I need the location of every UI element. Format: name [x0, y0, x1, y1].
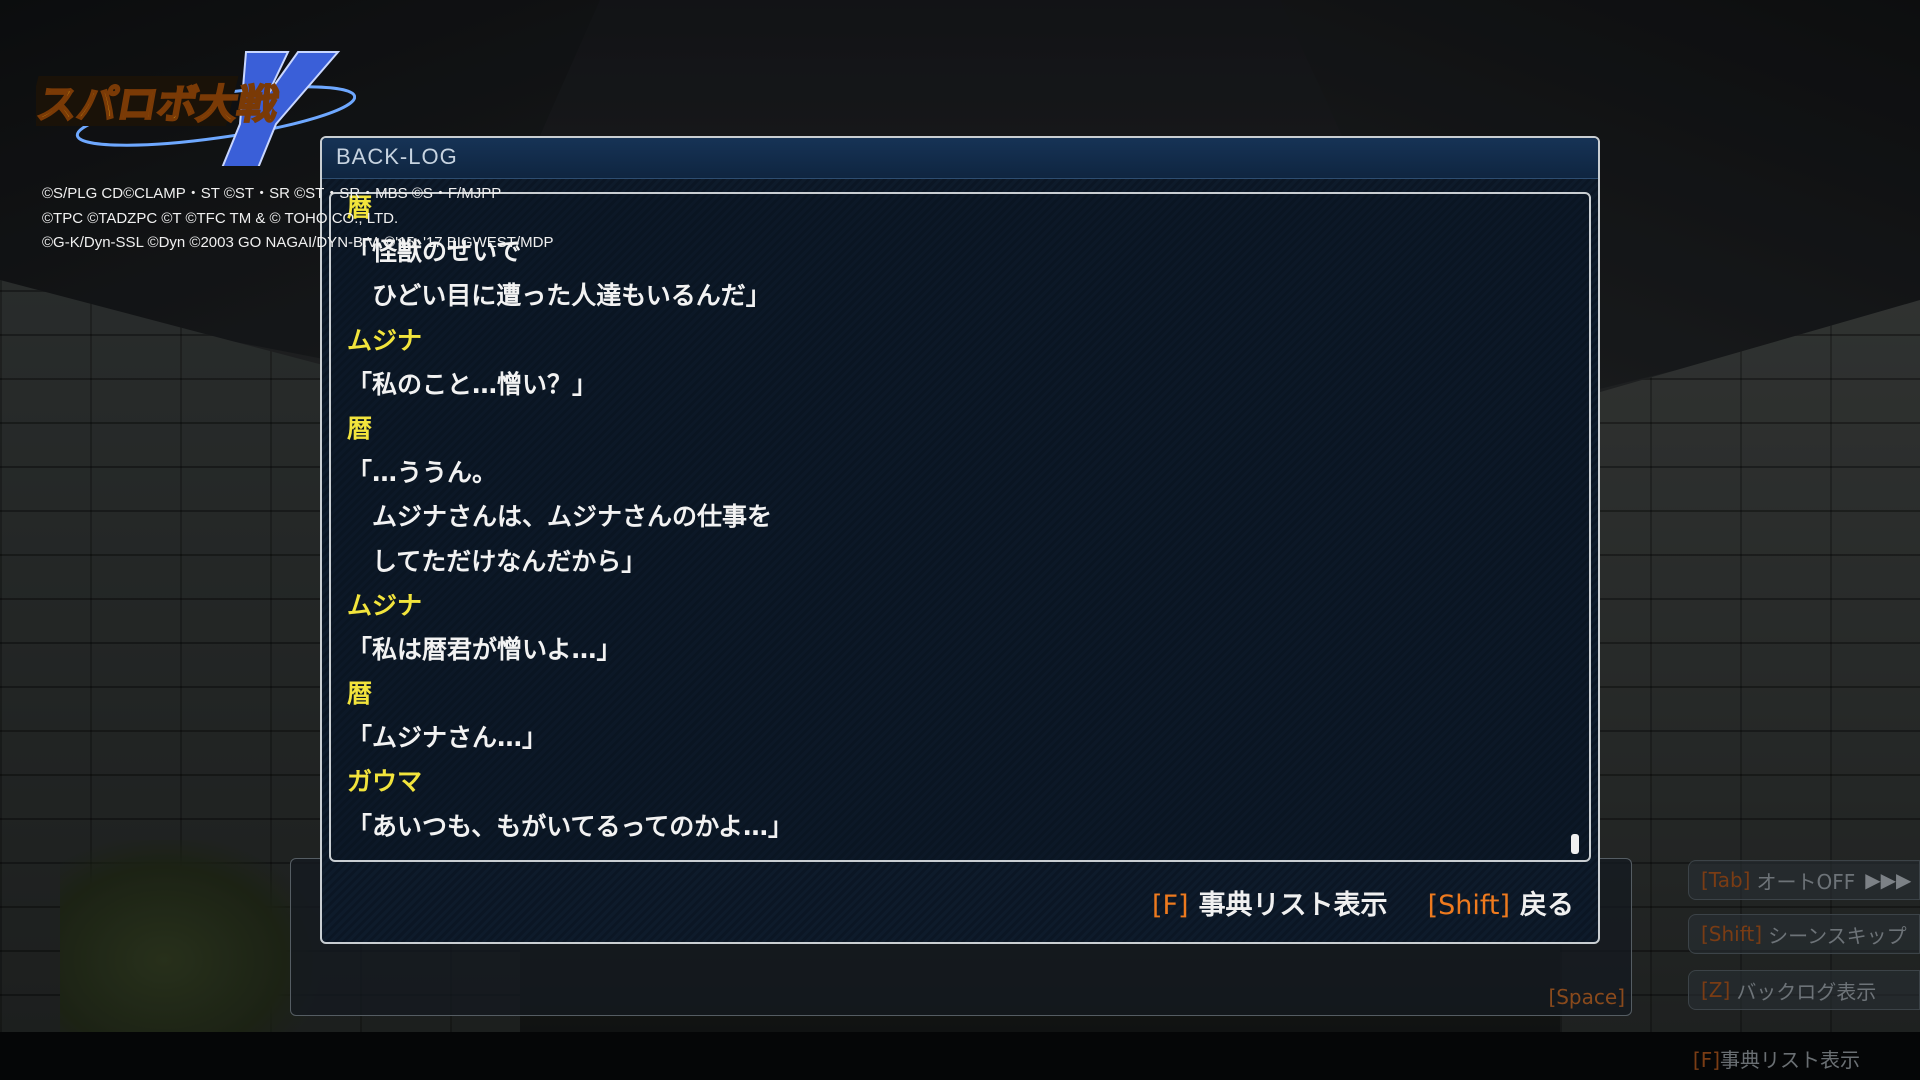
backlog-title: BACK-LOG: [336, 144, 458, 169]
copyright-line: ©TPC ©TADZPC ©T ©TFC TM & © TOHO CO., LT…: [42, 209, 399, 227]
backlog-footer: [F] 事典リスト表示 [Shift] 戻る: [1152, 883, 1574, 922]
shift-key-label: [Shift]: [1427, 890, 1510, 921]
dictionary-list-label: 事典リスト表示: [1198, 890, 1388, 921]
dialogue-line: 「あいつも、もがいてるってのかよ…」: [347, 811, 794, 841]
scrollbar-thumb[interactable]: [1571, 834, 1579, 854]
backlog-show-label: バックログ表示: [1736, 979, 1877, 1004]
backlog-header: BACK-LOG: [322, 138, 1598, 179]
backlog-show-button[interactable]: [Z] バックログ表示: [1688, 970, 1920, 1010]
auto-label: オートOFF: [1756, 869, 1856, 894]
speaker-name: ムジナ: [347, 325, 423, 355]
dialogue-line: してただけなんだから」: [347, 546, 647, 576]
bottom-bar: [F]事典リスト表示: [0, 1032, 1920, 1080]
backlog-log-area[interactable]: 暦「怪獣のせいで ひどい目に遭った人達もいるんだ」 ムジナ 「私のこと…憎い？」暦「…: [329, 192, 1591, 862]
dialogue-line: ムジナさんは、ムジナさんの仕事を: [347, 502, 773, 532]
back-button[interactable]: [Shift] 戻る: [1428, 883, 1574, 922]
speaker-name: ムジナ: [347, 590, 423, 620]
logo-graphic: スパロボ大戦: [26, 51, 357, 169]
dialogue-line: 「ムジナさん…」: [347, 723, 548, 753]
space-key-label: [Space]: [1548, 985, 1625, 1009]
logo-text: スパロボ大戦: [36, 81, 282, 128]
f-key-label: [F]: [1692, 1048, 1720, 1072]
dialogue-line: 「私のこと…憎い？」: [347, 369, 598, 399]
auto-toggle-button[interactable]: [Tab] オートOFF ▶▶▶: [1688, 860, 1920, 900]
copyright-line: ©G-K/Dyn-SSL ©Dyn ©2003 GO NAGAI/DYN-B.V…: [42, 234, 554, 251]
scene-skip-label: シーンスキップ: [1768, 923, 1907, 948]
scene-skip-button[interactable]: [Shift] シーンスキップ: [1688, 914, 1920, 954]
speaker-name: ガウマ: [347, 767, 423, 797]
tab-key-label: [Tab]: [1701, 868, 1751, 892]
speaker-name: 暦: [347, 679, 373, 709]
dictionary-list-button[interactable]: [F] 事典リスト表示: [1152, 883, 1388, 922]
backlog-lines: 暦「怪獣のせいで ひどい目に遭った人達もいるんだ」 ムジナ 「私のこと…憎い？」暦「…: [347, 194, 1559, 849]
shift-key-label: [Shift]: [1701, 922, 1763, 946]
dialogue-line: ひどい目に遭った人達もいるんだ」: [347, 281, 771, 311]
fast-forward-icon: ▶▶▶: [1865, 868, 1912, 892]
f-key-label: [F]: [1151, 890, 1189, 921]
dictionary-hint-label: 事典リスト表示: [1720, 1048, 1860, 1072]
copyright-notice: ©S/PLG CD©CLAMP・ST ©ST・SR ©ST・SR・MBS ©S・…: [42, 182, 553, 256]
backlog-panel: BACK-LOG 暦「怪獣のせいで ひどい目に遭った人達もいるんだ」 ムジナ 「私の…: [320, 136, 1600, 944]
dialogue-line: 「…ううん。: [347, 458, 498, 488]
copyright-line: ©S/PLG CD©CLAMP・ST ©ST・SR ©ST・SR・MBS ©S・…: [42, 185, 502, 202]
dialogue-line: 「私は暦君が憎いよ…」: [347, 634, 622, 664]
game-logo: スパロボ大戦: [26, 46, 357, 169]
back-label: 戻る: [1520, 890, 1574, 921]
speaker-name: 暦: [347, 413, 373, 443]
dictionary-hint[interactable]: [F]事典リスト表示: [1693, 1044, 1860, 1073]
z-key-label: [Z]: [1701, 978, 1731, 1002]
